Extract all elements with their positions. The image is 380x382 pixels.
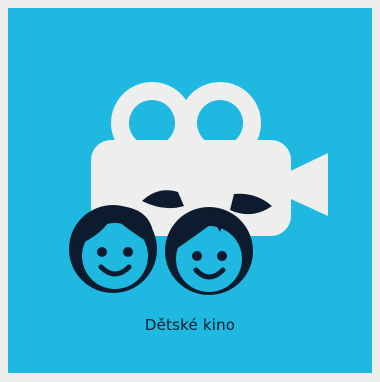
tile-label: Dětské kino	[144, 316, 236, 334]
childrens-cinema-tile[interactable]: Dětské kino	[8, 8, 372, 373]
boy-face	[69, 205, 157, 293]
